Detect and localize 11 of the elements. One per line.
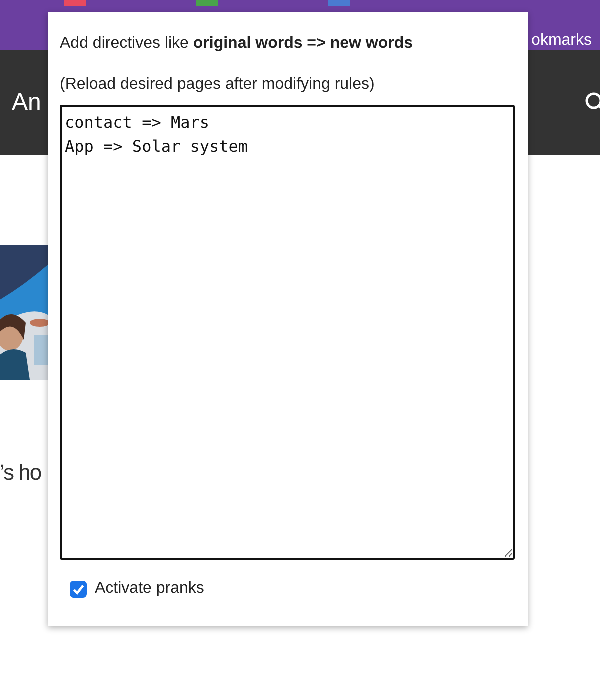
rules-editor[interactable]: contact => Mars App => Solar system [60,105,515,560]
note-text: (Reload desired pages after modifying rules) [60,75,376,95]
checkbox[interactable] [70,580,87,598]
checkbox-label[interactable]: Activate pranks [95,580,204,598]
site-title: An [12,88,42,116]
instruction-text: Add directives like original words => new words [60,34,414,54]
toolbar-icon[interactable] [64,0,86,6]
body-text: ’s ho [0,460,42,486]
bookmarks-label[interactable]: okmarks [532,32,592,50]
toolbar-icon[interactable] [196,0,218,6]
toolbar-icon[interactable] [328,0,350,6]
